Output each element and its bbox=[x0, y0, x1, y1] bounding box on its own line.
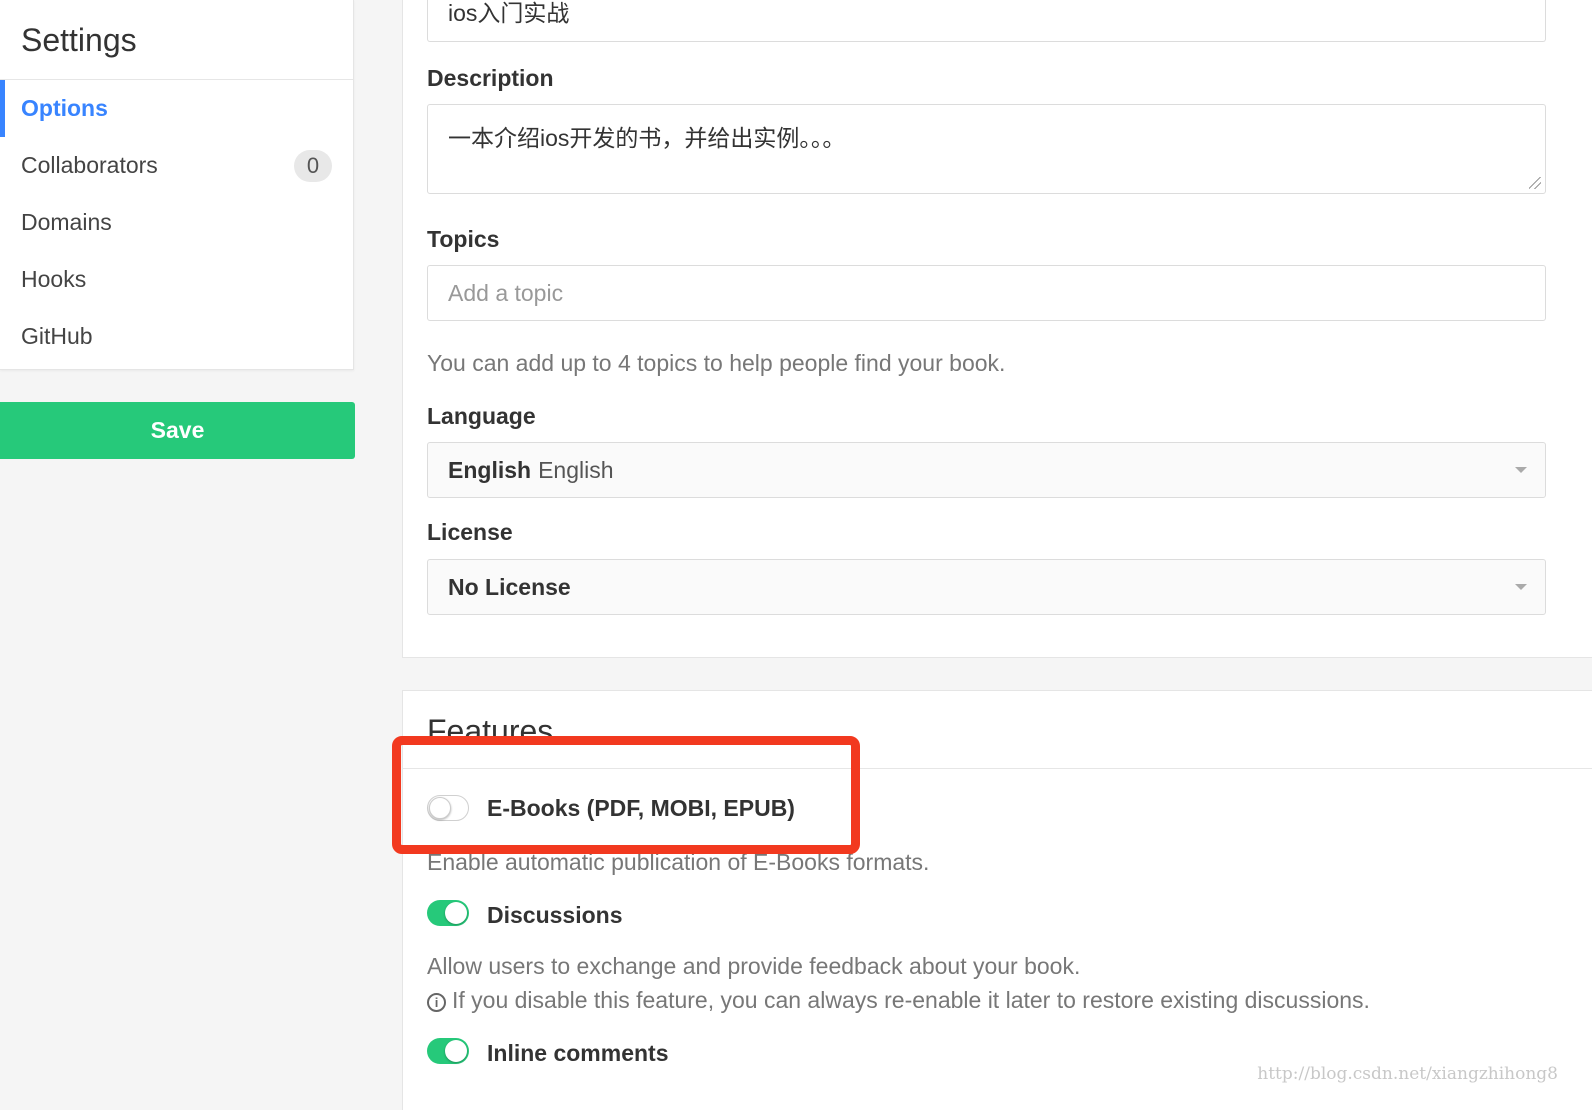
topics-input[interactable]: Add a topic bbox=[427, 265, 1546, 321]
sidebar-item-label: Hooks bbox=[21, 266, 87, 292]
toggle-knob bbox=[445, 1040, 467, 1062]
ebooks-toggle[interactable] bbox=[427, 795, 469, 821]
discussions-help-text: Allow users to exchange and provide feed… bbox=[427, 953, 1081, 979]
license-value: No License bbox=[448, 573, 571, 600]
save-button[interactable]: Save bbox=[0, 402, 355, 459]
features-header: Features bbox=[403, 691, 1592, 769]
sidebar-item-options[interactable]: Options bbox=[0, 80, 353, 137]
sidebar-item-domains[interactable]: Domains bbox=[0, 194, 353, 251]
chevron-down-icon bbox=[1515, 467, 1527, 473]
license-select[interactable]: No License bbox=[427, 559, 1546, 615]
sidebar-item-collaborators[interactable]: Collaborators 0 bbox=[0, 137, 353, 194]
features-title: Features bbox=[427, 713, 554, 749]
sidebar-title: Settings bbox=[0, 0, 353, 80]
ebooks-help-text: Enable automatic publication of E-Books … bbox=[427, 849, 930, 875]
ebooks-label: E-Books (PDF, MOBI, EPUB) bbox=[487, 795, 795, 821]
settings-page: Settings Options Collaborators 0 Domains… bbox=[0, 0, 1592, 1110]
topics-help-text: You can add up to 4 topics to help peopl… bbox=[427, 350, 1006, 376]
discussions-label: Discussions bbox=[487, 902, 623, 928]
discussions-note-text: If you disable this feature, you can alw… bbox=[452, 987, 1370, 1013]
language-label: Language bbox=[427, 403, 536, 429]
features-panel: Features E-Books (PDF, MOBI, EPUB) Enabl… bbox=[402, 690, 1592, 1110]
language-native-name: English bbox=[538, 456, 614, 483]
description-value: 一本介绍ios开发的书，并给出实例。。。 bbox=[448, 125, 846, 151]
settings-sidebar: Settings Options Collaborators 0 Domains… bbox=[0, 0, 354, 370]
sidebar-item-label: Domains bbox=[21, 209, 112, 235]
discussions-toggle[interactable] bbox=[427, 900, 469, 926]
sidebar-item-github[interactable]: GitHub bbox=[0, 308, 353, 365]
sidebar-item-hooks[interactable]: Hooks bbox=[0, 251, 353, 308]
collaborators-count-badge: 0 bbox=[294, 149, 332, 182]
toggle-knob bbox=[429, 797, 451, 819]
language-select[interactable]: English English bbox=[427, 442, 1546, 498]
watermark: http://blog.csdn.net/xiangzhihong8 bbox=[1257, 1064, 1558, 1084]
sidebar-item-label: GitHub bbox=[21, 323, 93, 349]
description-textarea[interactable]: 一本介绍ios开发的书，并给出实例。。。 bbox=[427, 104, 1546, 194]
chevron-down-icon bbox=[1515, 584, 1527, 590]
title-input[interactable]: ios入门实战 bbox=[427, 0, 1546, 42]
description-label: Description bbox=[427, 65, 554, 91]
resize-handle-icon[interactable] bbox=[1529, 177, 1541, 189]
inline-comments-toggle[interactable] bbox=[427, 1038, 469, 1064]
inline-comments-label: Inline comments bbox=[487, 1040, 669, 1066]
topics-label: Topics bbox=[427, 226, 500, 252]
toggle-knob bbox=[445, 902, 467, 924]
license-label: License bbox=[427, 519, 513, 545]
discussions-note: i If you disable this feature, you can al… bbox=[427, 987, 1370, 1014]
sidebar-item-label: Options bbox=[21, 95, 108, 121]
language-value: English bbox=[448, 456, 532, 483]
book-options-panel: ios入门实战 Description 一本介绍ios开发的书，并给出实例。。。… bbox=[402, 0, 1592, 658]
info-icon: i bbox=[427, 993, 446, 1012]
sidebar-item-label: Collaborators bbox=[21, 152, 158, 178]
